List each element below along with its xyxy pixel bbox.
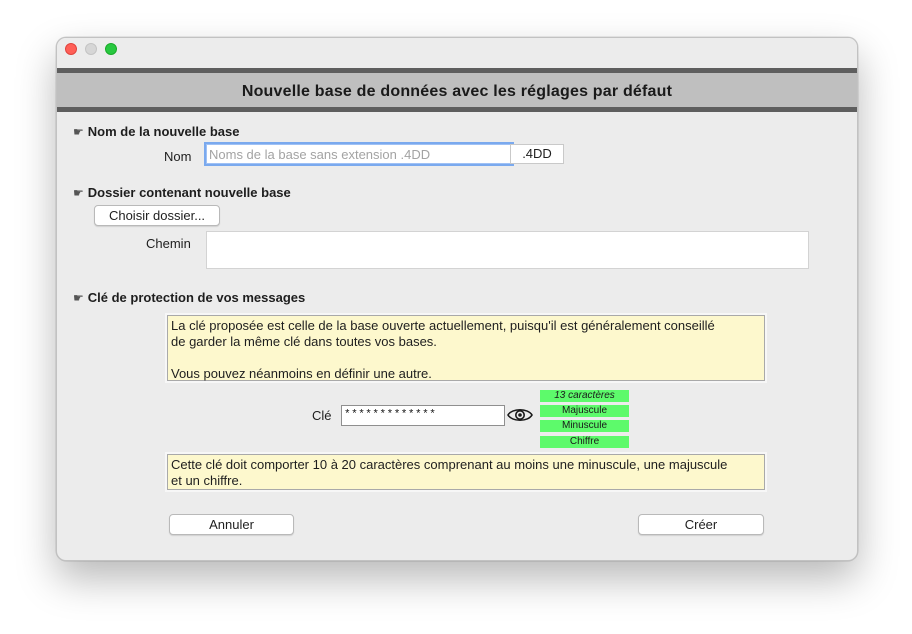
key-label: Clé bbox=[312, 408, 332, 423]
digit-badge: Chiffre bbox=[540, 436, 629, 448]
zoom-window-button[interactable] bbox=[105, 43, 117, 55]
database-name-input[interactable] bbox=[206, 144, 512, 164]
minimize-window-button[interactable] bbox=[85, 43, 97, 55]
choose-folder-button[interactable]: Choisir dossier... bbox=[94, 205, 220, 226]
eye-icon[interactable] bbox=[507, 405, 533, 425]
section-title-name-label: Nom de la nouvelle base bbox=[87, 124, 240, 139]
create-button[interactable]: Créer bbox=[638, 514, 764, 535]
section-title-name: ☛ Nom de la nouvelle base bbox=[73, 124, 239, 139]
cancel-button[interactable]: Annuler bbox=[169, 514, 294, 535]
length-badge: 13 caractères bbox=[540, 390, 629, 402]
key-info-line-3: Vous pouvez néanmoins en définir une aut… bbox=[171, 366, 432, 381]
key-rule-line-2: et un chiffre. bbox=[171, 473, 243, 488]
pointing-hand-icon: ☛ bbox=[73, 186, 84, 200]
pointing-hand-icon: ☛ bbox=[73, 125, 84, 139]
dialog-window: Nouvelle base de données avec les réglag… bbox=[56, 37, 858, 561]
extension-label: .4DD bbox=[510, 144, 564, 164]
key-rule-line-1: Cette clé doit comporter 10 à 20 caractè… bbox=[171, 457, 728, 472]
section-title-folder: ☛ Dossier contenant nouvelle base bbox=[73, 185, 291, 200]
path-label: Chemin bbox=[146, 236, 191, 251]
key-rule-note: Cette clé doit comporter 10 à 20 caractè… bbox=[165, 452, 767, 492]
section-title-folder-label: Dossier contenant nouvelle base bbox=[87, 185, 291, 200]
key-info-line-1: La clé proposée est celle de la base ouv… bbox=[171, 318, 715, 333]
pointing-hand-icon: ☛ bbox=[73, 291, 84, 305]
key-info-note: La clé proposée est celle de la base ouv… bbox=[165, 313, 767, 383]
section-title-key: ☛ Clé de protection de vos messages bbox=[73, 290, 305, 305]
key-info-line-2: de garder la même clé dans toutes vos ba… bbox=[171, 334, 437, 349]
close-window-button[interactable] bbox=[65, 43, 77, 55]
name-field-label: Nom bbox=[164, 149, 192, 164]
header-banner: Nouvelle base de données avec les réglag… bbox=[57, 68, 857, 112]
folder-path-field[interactable] bbox=[206, 231, 809, 269]
uppercase-badge: Majuscule bbox=[540, 405, 629, 417]
lowercase-badge: Minuscule bbox=[540, 420, 629, 432]
section-title-key-label: Clé de protection de vos messages bbox=[87, 290, 306, 305]
key-password-field[interactable]: ************* bbox=[341, 405, 505, 426]
dialog-title: Nouvelle base de données avec les réglag… bbox=[241, 83, 673, 100]
title-bar bbox=[57, 38, 857, 66]
